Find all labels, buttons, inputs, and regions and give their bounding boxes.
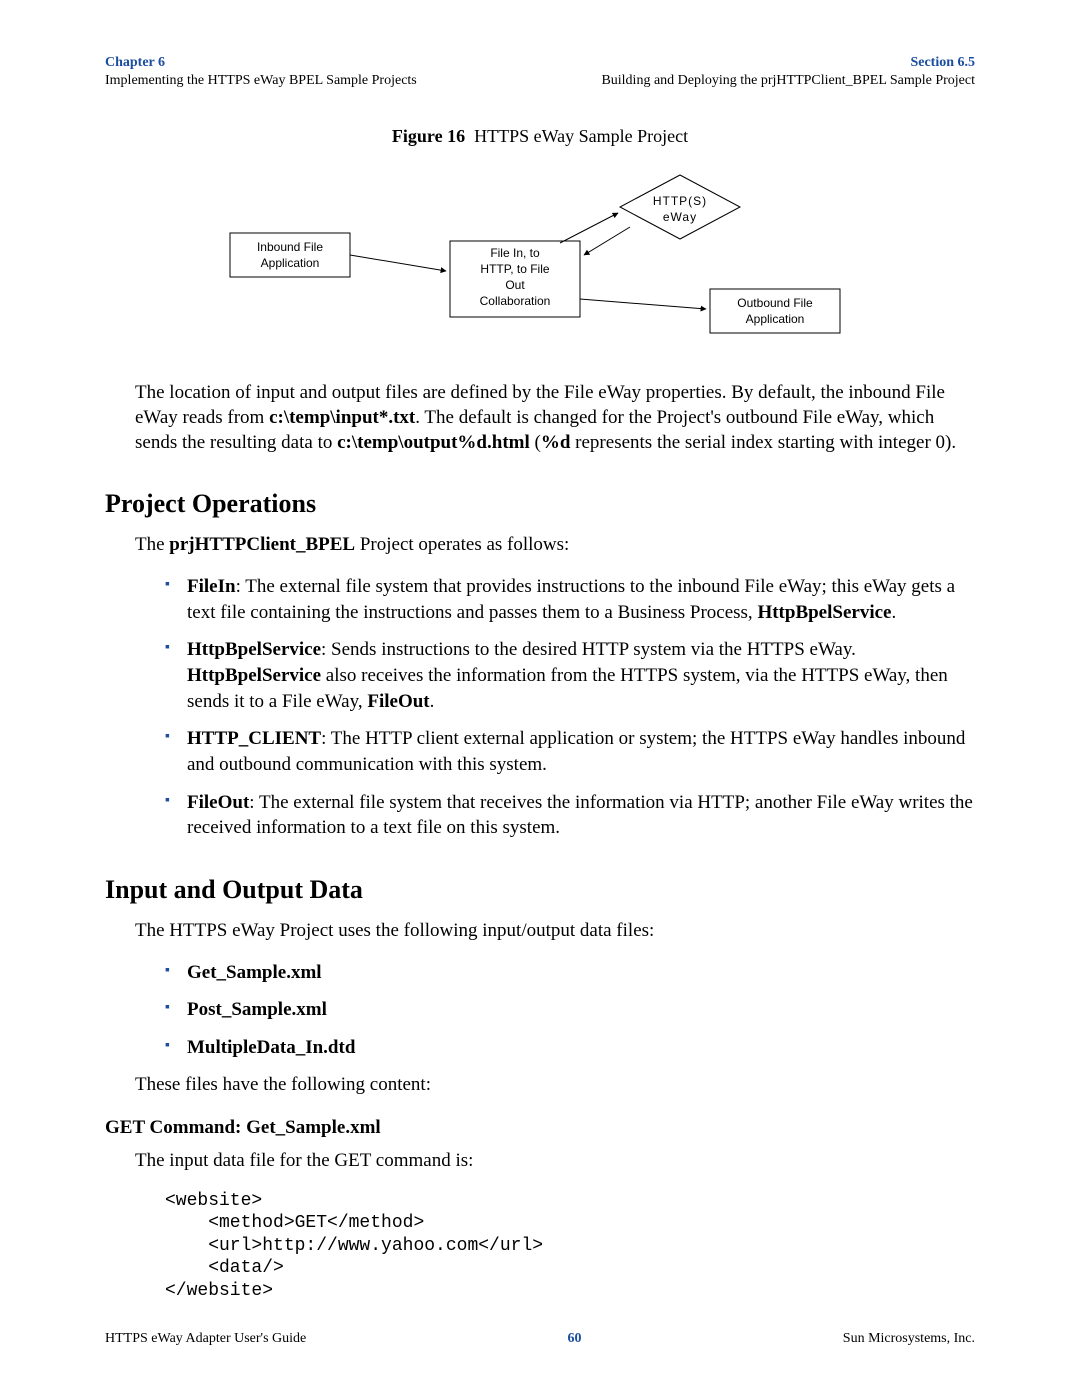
io-intro: The HTTPS eWay Project uses the followin… [105,919,975,944]
intro-paragraph: The location of input and output files a… [105,381,975,455]
diagram-https-l1: HTTP(S) [653,194,707,208]
page-number: 60 [568,1331,582,1347]
diagram-inbound-l1: Inbound File [257,240,323,254]
project-operations-heading: Project Operations [105,489,975,519]
footer-right: Sun Microsystems, Inc. [843,1331,975,1347]
get-command-heading: GET Command: Get_Sample.xml [105,1117,975,1139]
diagram-outbound-l2: Application [746,312,805,326]
page-header: Chapter 6 Implementing the HTTPS eWay BP… [105,54,975,90]
io-post-list-text: These files have the following content: [105,1073,975,1098]
diagram-https-l2: eWay [663,210,697,224]
io-data-heading: Input and Output Data [105,875,975,905]
diagram-center-l2: HTTP, to File [480,262,549,276]
figure-caption: Figure 16 HTTPS eWay Sample Project [105,126,975,147]
diagram-center-l4: Collaboration [480,294,551,308]
section-link[interactable]: Section 6.5 [601,54,975,72]
page-footer: HTTPS eWay Adapter User's Guide 60 Sun M… [105,1331,975,1347]
diagram-outbound-l1: Outbound File [737,296,813,310]
diagram-center-l1: File In, to [490,246,540,260]
diagram-inbound-l2: Application [261,256,320,270]
list-item: MultipleData_In.dtd [165,1035,975,1061]
footer-left: HTTPS eWay Adapter User's Guide [105,1331,306,1347]
io-files-list: Get_Sample.xml Post_Sample.xml MultipleD… [105,960,975,1061]
get-command-code: <website> <method>GET</method> <url>http… [165,1190,975,1303]
list-item: FileOut: The external file system that r… [165,790,975,841]
list-item: HTTP_CLIENT: The HTTP client external ap… [165,726,975,777]
figure-title: HTTPS eWay Sample Project [474,126,688,146]
list-item: Post_Sample.xml [165,997,975,1023]
operations-list: FileIn: The external file system that pr… [105,574,975,841]
chapter-subtitle: Implementing the HTTPS eWay BPEL Sample … [105,72,417,90]
list-item: Get_Sample.xml [165,960,975,986]
figure-label: Figure 16 [392,126,465,146]
list-item: HttpBpelService: Sends instructions to t… [165,637,975,714]
project-operations-intro: The prjHTTPClient_BPEL Project operates … [105,533,975,558]
figure-diagram: Inbound File Application File In, to HTT… [220,171,860,351]
chapter-link[interactable]: Chapter 6 [105,54,417,72]
list-item: FileIn: The external file system that pr… [165,574,975,625]
diagram-center-l3: Out [505,278,525,292]
section-subtitle: Building and Deploying the prjHTTPClient… [601,72,975,90]
get-command-intro: The input data file for the GET command … [105,1149,975,1174]
